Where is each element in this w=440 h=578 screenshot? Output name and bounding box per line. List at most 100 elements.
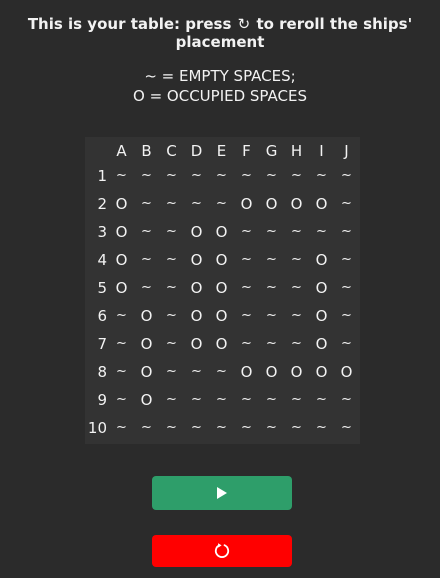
row-header-8: 8 xyxy=(97,363,107,381)
board-cell-f9: ~ xyxy=(241,392,252,407)
board-cell-d3: O xyxy=(190,223,203,241)
board-cell-h4: ~ xyxy=(291,252,302,267)
reroll-icon xyxy=(214,543,230,558)
board-cell-h6: ~ xyxy=(291,308,302,323)
board-cell-c1: ~ xyxy=(166,168,177,183)
board-cell-b3: ~ xyxy=(141,224,152,239)
board-cell-e7: O xyxy=(215,335,228,353)
board-cell-a4: O xyxy=(115,251,128,269)
board-cell-a2: O xyxy=(115,195,128,213)
legend-empty: ~ = EMPTY SPACES; xyxy=(144,67,296,85)
board-cell-c7: ~ xyxy=(166,336,177,351)
row-header-6: 6 xyxy=(97,307,107,325)
board-cell-e2: ~ xyxy=(216,196,227,211)
board-cell-g4: ~ xyxy=(266,252,277,267)
column-header-b: B xyxy=(141,142,152,160)
board-cell-j9: ~ xyxy=(341,392,352,407)
board-cell-c10: ~ xyxy=(166,420,177,435)
reroll-icon: ↻ xyxy=(237,15,251,33)
board-cell-a7: ~ xyxy=(116,336,127,351)
row-header-2: 2 xyxy=(97,195,107,213)
board-cell-d9: ~ xyxy=(191,392,202,407)
board-cell-j5: ~ xyxy=(341,280,352,295)
board-cell-c8: ~ xyxy=(166,364,177,379)
column-header-d: D xyxy=(190,142,203,160)
board-cell-i1: ~ xyxy=(316,168,327,183)
board-cell-f4: ~ xyxy=(241,252,252,267)
board-cell-j7: ~ xyxy=(341,336,352,351)
board-cell-g5: ~ xyxy=(266,280,277,295)
column-header-h: H xyxy=(290,142,303,160)
board-cell-e9: ~ xyxy=(216,392,227,407)
board-cell-g1: ~ xyxy=(266,168,277,183)
board-cell-j4: ~ xyxy=(341,252,352,267)
board-cell-b2: ~ xyxy=(141,196,152,211)
legend: ~ = EMPTY SPACES; O = OCCUPIED SPACES xyxy=(0,66,440,106)
board-cell-h7: ~ xyxy=(291,336,302,351)
board-cell-h3: ~ xyxy=(291,224,302,239)
board-cell-j3: ~ xyxy=(341,224,352,239)
board-cell-h5: ~ xyxy=(291,280,302,295)
board-cell-h9: ~ xyxy=(291,392,302,407)
row-header-1: 1 xyxy=(97,167,107,185)
board-cell-f8: O xyxy=(240,363,253,381)
legend-occupied: O = OCCUPIED SPACES xyxy=(133,87,307,105)
board-cell-b8: O xyxy=(140,363,153,381)
board-cell-f2: O xyxy=(240,195,253,213)
board-cell-j6: ~ xyxy=(341,308,352,323)
row-header-9: 9 xyxy=(97,391,107,409)
board-cell-g9: ~ xyxy=(266,392,277,407)
board-cell-i8: O xyxy=(315,363,328,381)
board-cell-c6: ~ xyxy=(166,308,177,323)
board-cell-d1: ~ xyxy=(191,168,202,183)
board-cell-b4: ~ xyxy=(141,252,152,267)
board-cell-e4: O xyxy=(215,251,228,269)
board-cell-b5: ~ xyxy=(141,280,152,295)
board-cell-i4: O xyxy=(315,251,328,269)
board-cell-c4: ~ xyxy=(166,252,177,267)
board-cell-j10: ~ xyxy=(341,420,352,435)
board-cell-a8: ~ xyxy=(116,364,127,379)
board-cell-i3: ~ xyxy=(316,224,327,239)
board-cell-g2: O xyxy=(265,195,278,213)
board-cell-a3: O xyxy=(115,223,128,241)
board-cell-c5: ~ xyxy=(166,280,177,295)
board-cell-g7: ~ xyxy=(266,336,277,351)
board-cell-b6: O xyxy=(140,307,153,325)
board-cell-h8: O xyxy=(290,363,303,381)
board-cell-h10: ~ xyxy=(291,420,302,435)
column-header-i: I xyxy=(319,142,324,160)
board-cell-c9: ~ xyxy=(166,392,177,407)
instruction-text-before: This is your table: press xyxy=(27,15,237,33)
board-cell-d7: O xyxy=(190,335,203,353)
board-cell-b10: ~ xyxy=(141,420,152,435)
board-cell-g3: ~ xyxy=(266,224,277,239)
board-cell-f5: ~ xyxy=(241,280,252,295)
column-header-c: C xyxy=(166,142,177,160)
board-cell-d5: O xyxy=(190,279,203,297)
board-cell-j8: O xyxy=(340,363,353,381)
board-cell-b9: O xyxy=(140,391,153,409)
board-cell-j2: ~ xyxy=(341,196,352,211)
board-cell-j1: ~ xyxy=(341,168,352,183)
board-cell-b1: ~ xyxy=(141,168,152,183)
board-cell-i2: O xyxy=(315,195,328,213)
row-header-4: 4 xyxy=(97,251,107,269)
row-header-7: 7 xyxy=(97,335,107,353)
play-button[interactable] xyxy=(152,476,292,510)
board-cell-i6: O xyxy=(315,307,328,325)
board-cell-g6: ~ xyxy=(266,308,277,323)
board-cell-c2: ~ xyxy=(166,196,177,211)
instruction-header: This is your table: press ↻ to reroll th… xyxy=(0,15,440,51)
board-cell-a5: O xyxy=(115,279,128,297)
board-cell-h1: ~ xyxy=(291,168,302,183)
board-cell-b7: O xyxy=(140,335,153,353)
board-cell-d4: O xyxy=(190,251,203,269)
board-cell-f6: ~ xyxy=(241,308,252,323)
board-cell-e8: ~ xyxy=(216,364,227,379)
board-cell-d6: O xyxy=(190,307,203,325)
reroll-button[interactable] xyxy=(152,535,292,567)
game-board: A B C D E F G H I J 1 ~ ~ ~ ~ ~ ~ ~ ~ ~ ~2 O ~ ~ ~ ~ O O O O ~3 O ~ ~ O O ~ ~… xyxy=(85,137,360,444)
board-cell-e5: O xyxy=(215,279,228,297)
board-cell-d2: ~ xyxy=(191,196,202,211)
